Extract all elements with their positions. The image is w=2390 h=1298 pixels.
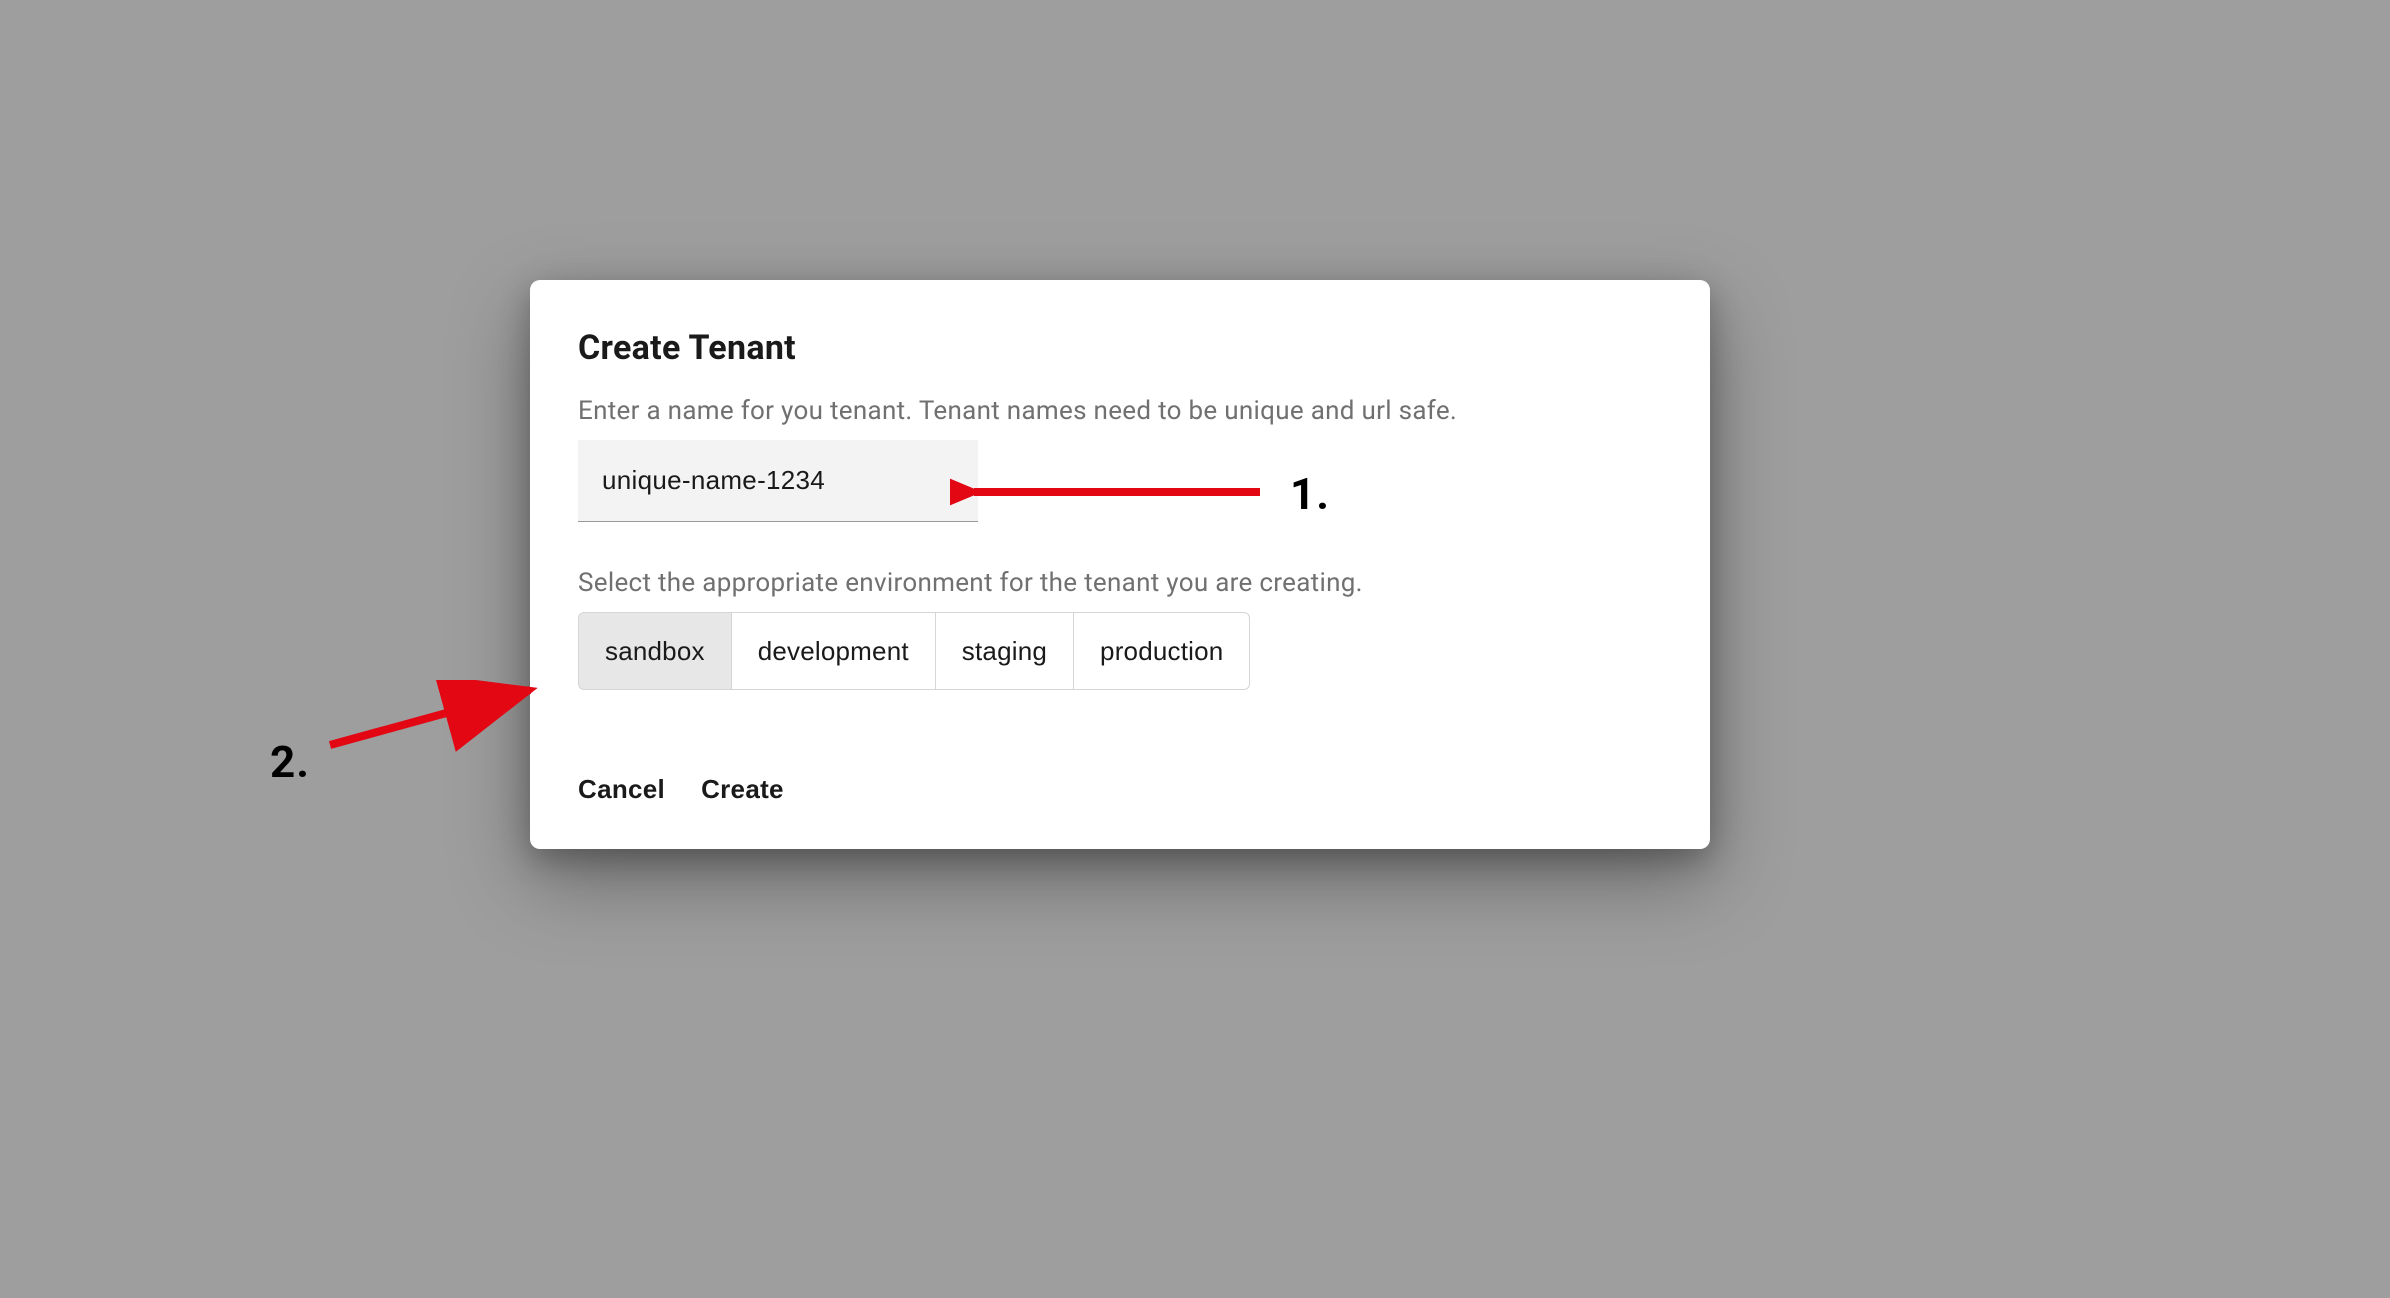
env-option-staging[interactable]: staging [936,612,1074,690]
name-helper-text: Enter a name for you tenant. Tenant name… [578,396,1662,426]
environment-toggle-group: sandbox development staging production [578,612,1662,690]
env-helper-text: Select the appropriate environment for t… [578,568,1662,598]
dialog-title: Create Tenant [578,328,1662,368]
cancel-button[interactable]: Cancel [578,770,665,809]
annotation-label-2: 2. [270,736,310,788]
annotation-label-1: 1. [1290,468,1330,520]
env-option-development[interactable]: development [732,612,936,690]
create-tenant-dialog: Create Tenant Enter a name for you tenan… [530,280,1710,849]
env-option-sandbox[interactable]: sandbox [578,612,732,690]
annotation-arrow-2 [320,680,550,760]
create-button[interactable]: Create [701,770,784,809]
env-option-production[interactable]: production [1074,612,1250,690]
tenant-name-input[interactable] [578,440,978,522]
dialog-actions: Cancel Create [578,770,1662,809]
